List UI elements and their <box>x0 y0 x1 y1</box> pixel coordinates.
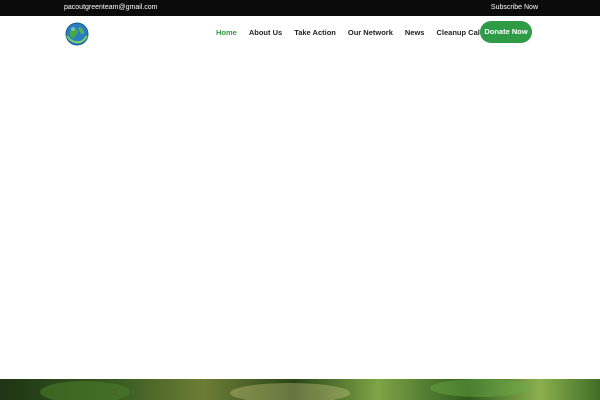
contact-email-link[interactable]: pacoutgreenteam@gmail.com <box>64 0 158 16</box>
nav-item-take-action[interactable]: Take Action <box>294 28 336 37</box>
subscribe-link[interactable]: Subscribe Now <box>491 0 538 16</box>
foliage-shape <box>40 381 130 400</box>
nav-item-our-network[interactable]: Our Network <box>348 28 393 37</box>
forest-banner-image <box>0 379 600 400</box>
site-header: Home About Us Take Action Our Network Ne… <box>0 16 600 55</box>
foliage-shape <box>230 383 350 400</box>
top-bar: pacoutgreenteam@gmail.com Subscribe Now <box>0 0 600 16</box>
nav-item-news[interactable]: News <box>405 28 425 37</box>
main-nav: Home About Us Take Action Our Network Ne… <box>216 16 512 48</box>
hero-section <box>0 54 600 379</box>
earth-globe-icon[interactable] <box>64 21 90 47</box>
nav-item-about-us[interactable]: About Us <box>249 28 282 37</box>
foliage-shape <box>430 379 530 397</box>
donate-button[interactable]: Donate Now <box>480 21 532 43</box>
nav-item-home[interactable]: Home <box>216 28 237 37</box>
